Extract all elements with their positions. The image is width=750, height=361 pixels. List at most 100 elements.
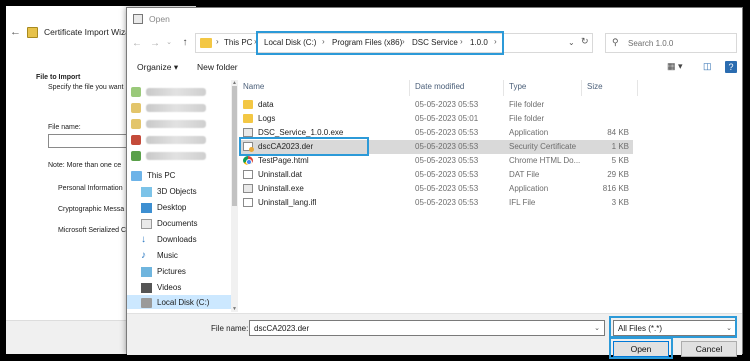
breadcrumb-this-pc[interactable]: This PC xyxy=(224,38,252,47)
organize-button[interactable]: Organize ▾ xyxy=(137,62,178,73)
blurred-icon xyxy=(131,118,141,129)
nav-item-local-disk[interactable]: Local Disk (C:) xyxy=(141,295,209,310)
file-date: 05-05-2023 05:53 xyxy=(415,100,479,109)
file-size: 1 KB xyxy=(611,142,629,151)
chevron-down-icon[interactable]: ⌄ xyxy=(594,324,600,332)
file-name: DSC_Service_1.0.0.exe xyxy=(258,128,344,137)
wizard-note: Note: More than one ce xyxy=(48,162,122,169)
music-icon: ♪ xyxy=(141,249,146,261)
view-options-icon[interactable]: ▦ ▾ xyxy=(667,61,683,72)
help-icon[interactable]: ? xyxy=(725,61,737,73)
pictures-icon xyxy=(141,266,152,277)
dialog-footer: File name: dscCA2023.der ⌄ All Files (*.… xyxy=(127,313,742,359)
file-row[interactable]: Logs 05-05-2023 05:01 File folder xyxy=(240,112,633,126)
file-row[interactable]: Uninstall_lang.ifl 05-05-2023 05:53 IFL … xyxy=(240,196,633,210)
nav-item-documents[interactable]: Documents xyxy=(141,216,197,231)
search-placeholder: Search 1.0.0 xyxy=(628,39,674,48)
column-size[interactable]: Size xyxy=(587,82,603,96)
file-date: 05-05-2023 05:53 xyxy=(415,170,479,179)
quick-access-item[interactable] xyxy=(131,148,206,163)
scroll-down-icon[interactable]: ▼ xyxy=(232,306,237,312)
file-row[interactable]: Uninstall.dat 05-05-2023 05:53 DAT File … xyxy=(240,168,633,182)
file-size: 84 KB xyxy=(607,128,629,137)
file-date: 05-05-2023 05:53 xyxy=(415,142,479,151)
file-size: 5 KB xyxy=(611,156,629,165)
blurred-label xyxy=(146,135,206,144)
nav-item-3d-objects[interactable]: 3D Objects xyxy=(141,184,197,199)
quick-access-item[interactable] xyxy=(131,116,206,131)
blurred-label xyxy=(146,119,206,128)
column-divider[interactable] xyxy=(637,80,638,96)
column-divider[interactable] xyxy=(409,80,410,96)
nav-label: Downloads xyxy=(157,235,197,244)
blurred-label xyxy=(146,103,206,112)
search-input[interactable]: ⚲ Search 1.0.0 xyxy=(605,33,737,53)
quick-access-item[interactable] xyxy=(131,100,206,115)
column-divider[interactable] xyxy=(503,80,504,96)
nav-item-music[interactable]: ♪ Music xyxy=(141,248,178,263)
file-row[interactable]: TestPage.html 05-05-2023 05:53 Chrome HT… xyxy=(240,154,633,168)
file-date: 05-05-2023 05:53 xyxy=(415,184,479,193)
nav-label: Desktop xyxy=(157,203,187,212)
nav-label: Music xyxy=(157,251,178,260)
quick-access-item[interactable] xyxy=(131,132,206,147)
nav-item-downloads[interactable]: ↓ Downloads xyxy=(141,232,197,247)
chevron-down-icon[interactable]: ⌄ xyxy=(568,38,575,47)
open-file-dialog: Open ← → ⌄ ↑ › This PC › Local Disk (C:)… xyxy=(126,7,743,359)
nav-label: 3D Objects xyxy=(157,187,197,196)
nav-item-this-pc[interactable]: This PC xyxy=(131,168,175,183)
file-name: TestPage.html xyxy=(258,156,309,165)
wizard-header: ← Certificate Import Wizard xyxy=(6,26,138,38)
file-row-selected[interactable]: dscCA2023.der 05-05-2023 05:53 Security … xyxy=(239,137,633,156)
column-divider[interactable] xyxy=(581,80,582,96)
column-type[interactable]: Type xyxy=(509,82,526,96)
documents-icon xyxy=(141,218,152,229)
app-icon xyxy=(133,14,143,24)
nav-item-pictures[interactable]: Pictures xyxy=(141,264,186,279)
format-item: Personal Information xyxy=(58,185,123,192)
forward-icon[interactable]: → xyxy=(149,38,161,49)
file-date: 05-05-2023 05:01 xyxy=(415,114,479,123)
column-name[interactable]: Name xyxy=(243,82,264,96)
file-size: 29 KB xyxy=(607,170,629,179)
back-icon[interactable]: ← xyxy=(131,38,143,49)
nav-label: Videos xyxy=(157,283,182,292)
back-arrow-icon[interactable]: ← xyxy=(10,26,21,38)
file-row[interactable]: Uninstall.exe 05-05-2023 05:53 Applicati… xyxy=(240,182,633,196)
wizard-title: Certificate Import Wizard xyxy=(44,27,138,37)
quick-access-item[interactable] xyxy=(131,84,206,99)
command-bar: Organize ▾ New folder ▦ ▾ ◫ ? xyxy=(127,58,742,78)
refresh-icon[interactable]: ↻ xyxy=(581,36,589,47)
column-date-modified[interactable]: Date modified xyxy=(415,82,464,96)
preview-pane-icon[interactable]: ◫ xyxy=(703,61,712,72)
file-name-input[interactable]: dscCA2023.der ⌄ xyxy=(249,320,605,336)
chevron-right-icon: › xyxy=(216,37,219,46)
wizard-file-name-label: File name: xyxy=(48,124,81,131)
nav-item-videos[interactable]: Videos xyxy=(141,280,181,295)
download-icon: ↓ xyxy=(141,233,146,245)
desktop-icon xyxy=(141,202,152,213)
nav-scrollbar[interactable]: ▲ ▼ xyxy=(231,80,238,312)
new-folder-button[interactable]: New folder xyxy=(197,62,238,72)
file-row[interactable]: data 05-05-2023 05:53 File folder xyxy=(240,98,633,112)
file-icon xyxy=(243,198,253,207)
blurred-label xyxy=(146,87,206,96)
address-bar[interactable]: › This PC › Local Disk (C:) › Program Fi… xyxy=(195,31,593,55)
dialog-title: Open xyxy=(149,14,170,24)
file-name: Logs xyxy=(258,114,276,123)
scroll-thumb[interactable] xyxy=(232,86,237,206)
chrome-icon xyxy=(243,156,253,165)
cancel-button[interactable]: Cancel xyxy=(681,341,737,357)
file-name: Uninstall_lang.ifl xyxy=(258,198,317,207)
file-type: Application xyxy=(509,184,549,193)
address-highlight xyxy=(256,31,504,55)
nav-item-desktop[interactable]: Desktop xyxy=(141,200,186,215)
recent-dropdown-icon[interactable]: ⌄ xyxy=(163,38,175,46)
up-icon[interactable]: ↑ xyxy=(179,37,191,48)
wizard-file-name-input[interactable] xyxy=(48,134,138,148)
file-date: 05-05-2023 05:53 xyxy=(415,128,479,137)
file-type-highlight xyxy=(609,316,737,338)
blurred-icon xyxy=(131,134,141,145)
file-size: 816 KB xyxy=(602,184,629,193)
nav-label: Pictures xyxy=(157,267,186,276)
